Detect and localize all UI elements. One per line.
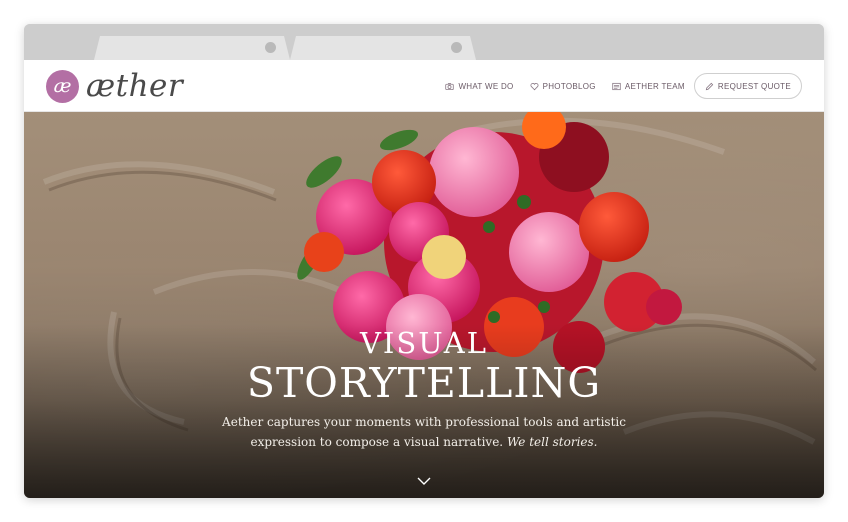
heart-icon — [530, 82, 539, 90]
nav-item-photoblog[interactable]: PHOTOBLOG — [530, 82, 596, 91]
logo-mark: æ — [46, 69, 79, 103]
browser-tab[interactable] — [290, 36, 476, 60]
request-quote-label: REQUEST QUOTE — [717, 81, 791, 91]
pencil-icon — [705, 82, 714, 90]
tab-close-icon[interactable] — [265, 42, 276, 53]
hero-section: VISUAL STORYTELLING Aether captures your… — [24, 112, 824, 498]
hero-subtitle-emphasis: We tell stories. — [506, 435, 598, 449]
main-nav: WHAT WE DO PHOTOBLOG AETHER TEAM REQUEST… — [429, 73, 802, 99]
logo[interactable]: æ æther — [46, 68, 183, 104]
tab-close-icon[interactable] — [451, 42, 462, 53]
chevron-down-icon[interactable] — [417, 476, 431, 486]
hero-subtitle: Aether captures your moments with profes… — [214, 412, 634, 452]
hero-title-small: VISUAL — [359, 326, 488, 360]
hero-title-big: STORYTELLING — [246, 359, 602, 407]
nav-item-label: WHAT WE DO — [458, 81, 514, 91]
id-card-icon — [612, 82, 621, 90]
hero-text: VISUAL STORYTELLING Aether captures your… — [24, 326, 824, 452]
browser-tab[interactable] — [94, 36, 290, 60]
browser-tab-bar — [24, 24, 824, 60]
logo-wordmark: æther — [86, 68, 184, 104]
site-header: æ æther WHAT WE DO PHOTOBLOG AETHER TEAM… — [24, 60, 824, 112]
camera-icon — [445, 82, 455, 90]
request-quote-button[interactable]: REQUEST QUOTE — [693, 73, 802, 99]
nav-item-aether-team[interactable]: AETHER TEAM — [612, 82, 685, 91]
nav-item-label: PHOTOBLOG — [542, 81, 596, 91]
nav-item-label: AETHER TEAM — [624, 81, 685, 91]
browser-window: æ æther WHAT WE DO PHOTOBLOG AETHER TEAM… — [24, 24, 824, 498]
nav-item-what-we-do[interactable]: WHAT WE DO — [445, 82, 513, 91]
